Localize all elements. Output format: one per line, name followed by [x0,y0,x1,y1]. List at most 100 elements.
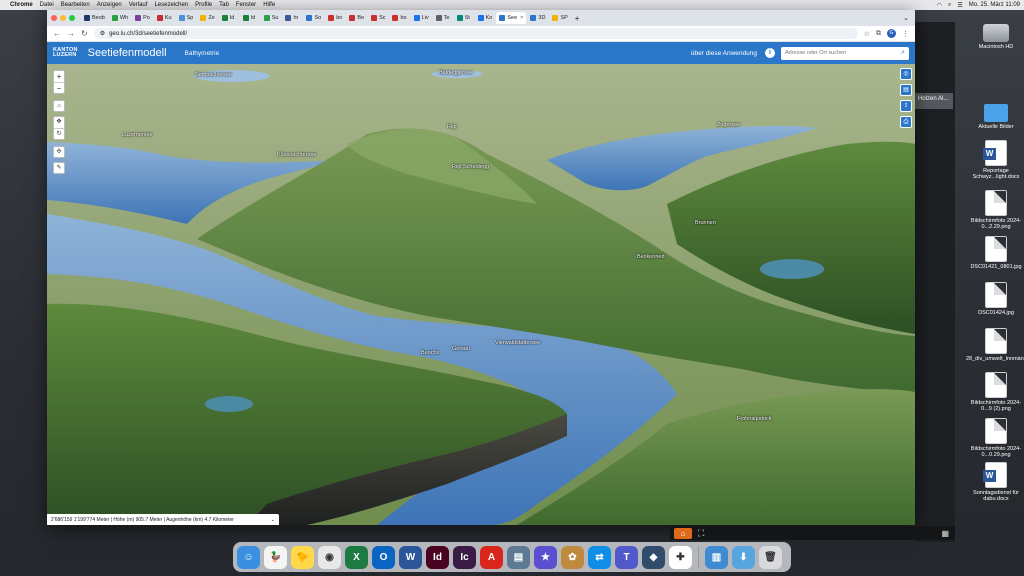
browser-tab[interactable]: St [454,12,474,24]
dock-word-icon[interactable]: W [399,545,422,569]
dock-teamviewer-icon[interactable]: ⇄ [588,545,611,569]
share-button[interactable]: ⇪ [900,100,912,112]
desktop-file-icon[interactable]: W Reportage Schwyz...light.docx [966,140,1024,181]
search-icon[interactable]: ⌕ [901,49,905,57]
desktop-file-icon[interactable]: Bildschirmfoto 2024-0...0.29.png [966,418,1024,459]
forward-arrow-icon[interactable]: → [67,29,75,38]
menubar-clock[interactable]: Mo. 25. März 11:09 [969,2,1020,8]
dock-excel-icon[interactable]: X [345,545,368,569]
dock-indesign-icon[interactable]: Id [426,545,449,569]
desktop-file-icon[interactable]: DSC01421_0801.jpg [966,236,1024,270]
control-center-icon[interactable]: ☰ [957,2,962,9]
dock-preview-icon[interactable]: ▤ [507,545,530,569]
dock-finder-icon[interactable]: ☺ [237,545,260,569]
address-search-input[interactable]: Adresse oder Ort suchen ⌕ [781,46,909,60]
browser-tab[interactable]: Liv [411,12,432,24]
dock-squirrel-icon[interactable]: ✿ [561,545,584,569]
menu-datei[interactable]: Datei [40,2,54,8]
basemap-button[interactable]: ▤ [900,84,912,96]
zoom-in-button[interactable]: + [54,71,64,82]
close-tab-icon[interactable]: × [520,15,523,21]
dock-davinci-icon[interactable]: ◆ [642,545,665,569]
zoom-out-button[interactable]: − [54,82,64,94]
new-tab-button[interactable]: + [575,14,580,23]
menu-bearbeiten[interactable]: Bearbeiten [61,2,90,8]
browser-tab[interactable]: hr [282,12,302,24]
dock-imovie-icon[interactable]: ★ [534,545,557,569]
browser-tab[interactable]: bo [389,12,409,24]
kanton-luzern-logo[interactable]: KANTON LUZERN [53,47,78,59]
desktop-file-icon[interactable]: Macintosh HD [966,18,1024,50]
wifi-icon[interactable]: ◠ [937,2,942,9]
dock-duck-icon[interactable]: 🐤 [291,545,314,569]
close-window-button[interactable] [51,15,57,21]
grid-icon[interactable]: ▦ [941,529,949,538]
dock-slack-icon[interactable]: ✚ [669,545,692,569]
fullscreen-icon[interactable]: ⛶ [698,528,704,539]
rotate-button[interactable]: ↻ [54,128,64,140]
tab-search-icon[interactable]: ⌄ [903,14,909,22]
desktop-file-icon[interactable]: Bildschirmfoto 2024-0...9 (2).png [966,372,1024,413]
profile-avatar-icon[interactable]: G [887,29,896,38]
browser-tab[interactable]: Wh [109,12,131,24]
site-info-icon[interactable]: ⚙ [100,30,105,37]
desktop-file-icon[interactable]: 28_div_umwelt_lnnmändv...rosse.jpg [966,328,1024,362]
menu-verlauf[interactable]: Verlauf [129,2,148,8]
browser-tab[interactable]: Id [219,12,239,24]
menu-profile[interactable]: Profile [195,2,212,8]
browser-tab[interactable]: Su [261,12,282,24]
desktop-file-icon[interactable]: W Sonntagsdienst für dabu.docx [966,462,1024,503]
menu-tab[interactable]: Tab [219,2,229,8]
desktop-file-icon[interactable]: DSC01424.jpg [966,282,1024,316]
browser-tab[interactable]: See × [496,12,527,24]
menu-app-chrome[interactable]: Chrome [10,2,33,8]
home-icon[interactable]: ⌂ [674,527,692,539]
browser-tab[interactable]: Te [433,12,453,24]
browser-tab[interactable]: Ku [154,12,175,24]
compass-button[interactable]: ✣ [53,146,65,158]
dock-chrome-icon[interactable]: ◉ [318,545,341,569]
dock-applications-folder-icon[interactable]: ▥ [705,545,728,569]
reload-icon[interactable]: ↻ [81,29,88,38]
menu-anzeigen[interactable]: Anzeigen [97,2,122,8]
desktop-file-icon[interactable]: Aktuelle Bilder [966,98,1024,130]
3d-terrain-map[interactable]: Sempachersee Baldeggersee Luzernersee Küssn… [47,64,915,525]
browser-tab[interactable]: 3D [527,12,548,24]
dock-incopy-icon[interactable]: Ic [453,545,476,569]
pan-button[interactable]: ✥ [54,117,64,128]
browser-tab[interactable]: Id [240,12,260,24]
extensions-icon[interactable]: ⧉ [876,30,881,38]
bookmark-star-icon[interactable]: ☆ [864,30,870,38]
status-dropdown-icon[interactable]: ⌄ [271,517,275,523]
browser-tab[interactable]: Po [132,12,153,24]
search-spotlight-icon[interactable]: ⌕ [948,2,951,9]
browser-tab[interactable]: SP [549,12,570,24]
browser-tab[interactable]: So [303,12,324,24]
about-link[interactable]: über diese Anwendung [691,50,757,57]
dock-cyberduck-icon[interactable]: 🦆 [264,545,287,569]
browser-tab[interactable]: Beob [81,12,108,24]
menu-hilfe[interactable]: Hilfe [263,2,275,8]
dock-teams-icon[interactable]: T [615,545,638,569]
dock-acrobat-icon[interactable]: A [480,545,503,569]
tab-bathymetrie[interactable]: Bathymetrie [185,50,220,57]
browser-tab[interactable]: Bo [346,12,367,24]
browser-tab[interactable]: Sc [368,12,388,24]
print-button[interactable]: ⎙ [900,116,912,128]
back-arrow-icon[interactable]: ← [53,29,61,38]
zoom-window-button[interactable] [69,15,75,21]
browser-tab[interactable]: bo [325,12,345,24]
home-view-button[interactable]: ⌂ [53,100,65,112]
measure-tool-button[interactable]: ✎ [53,162,65,174]
url-field[interactable]: ⚙ geo.lu.ch/3d/seetiefenmodell/ [93,28,858,39]
menu-fenster[interactable]: Fenster [236,2,256,8]
layers-button[interactable]: ◎ [900,68,912,80]
browser-tab[interactable]: Ze [197,12,217,24]
browser-menu-icon[interactable]: ⋮ [902,30,909,38]
browser-tab[interactable]: Sp [176,12,197,24]
minimize-window-button[interactable] [60,15,66,21]
menu-lesezeichen[interactable]: Lesezeichen [154,2,188,8]
browser-tab[interactable]: Ko [475,12,496,24]
info-icon[interactable]: i [765,48,775,58]
dock-trash-icon[interactable]: 🗑 [759,545,782,569]
